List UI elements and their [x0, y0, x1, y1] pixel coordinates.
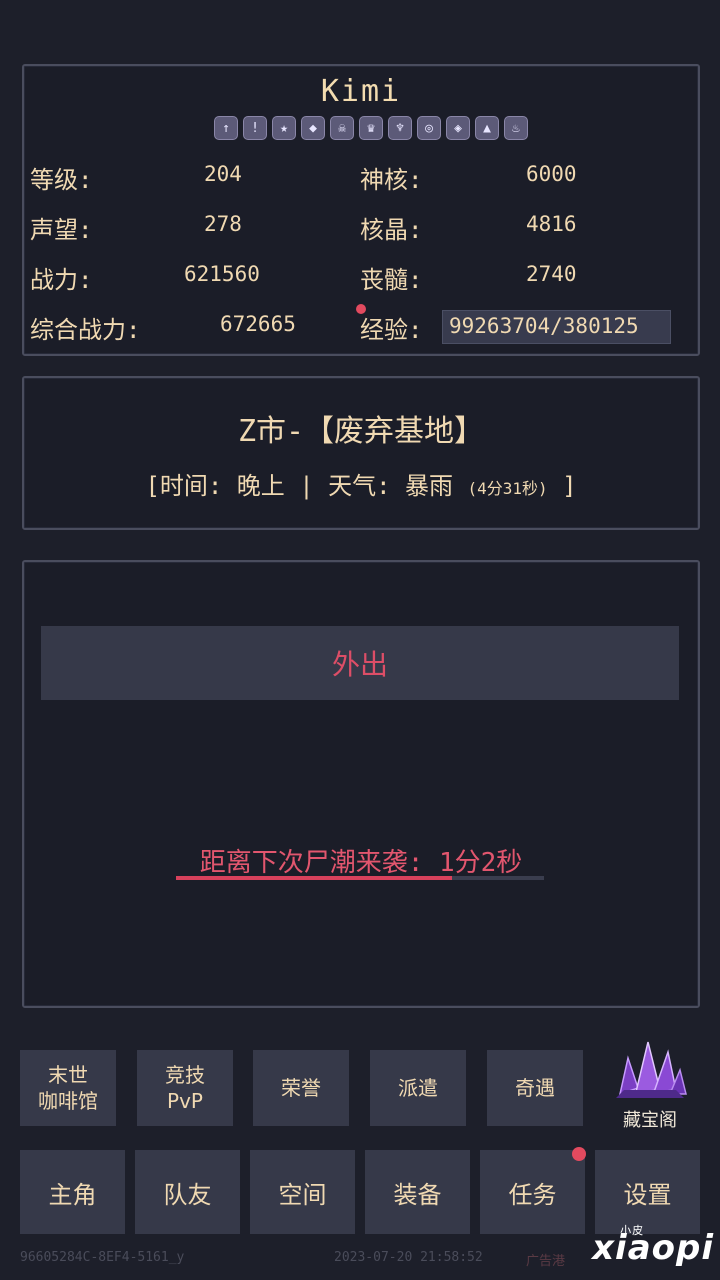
watermark-logo: 小皮 xiaopi — [592, 1224, 714, 1268]
profile-panel: Kimi ↑ ! ★ ◆ ☠ ♛ ♆ ◎ ◈ ▲ ♨ 等级: 204 神核: 6… — [22, 64, 700, 356]
badge-row: ↑ ! ★ ◆ ☠ ♛ ♆ ◎ ◈ ▲ ♨ — [214, 116, 528, 140]
nav-settings[interactable]: 设置 — [595, 1150, 700, 1234]
zombie-wave-countdown: 距离下次尸潮来袭: 1分2秒 — [199, 848, 523, 878]
nav-protagonist[interactable]: 主角 — [20, 1150, 125, 1234]
location-panel: Z市-【废弃基地】 [时间: 晚上 | 天气: 暴雨 (4分31秒) ] — [22, 376, 700, 530]
nav-equipment[interactable]: 装备 — [365, 1150, 470, 1234]
stat-label: 经验: — [360, 316, 423, 344]
location-title: Z市-【废弃基地】 — [237, 414, 485, 449]
encounter-button[interactable]: 奇遇 — [487, 1050, 583, 1126]
cafe-button[interactable]: 末世 咖啡馆 — [20, 1050, 116, 1126]
stat-value: 2740 — [526, 262, 577, 286]
zombie-wave-progress-bar — [176, 876, 544, 880]
up-arrow-icon[interactable]: ↑ — [214, 116, 238, 140]
stat-label: 神核: — [360, 166, 423, 194]
arena-button[interactable]: 竞技 PvP — [137, 1050, 233, 1126]
action-panel: 外出 距离下次尸潮来袭: 1分2秒 — [22, 560, 700, 1008]
experience-value-box: 99263704/380125 — [442, 310, 671, 344]
device-id: 96605284C-8EF4-5161_y — [20, 1250, 185, 1265]
purple-crystal-icon — [616, 1041, 687, 1098]
time-weather-close: ] — [562, 472, 577, 500]
star-icon[interactable]: ★ — [272, 116, 296, 140]
time-weather-text: [时间: 晚上 | 天气: 暴雨 — [145, 472, 454, 500]
flame-icon[interactable]: ♨ — [504, 116, 528, 140]
stat-value: 4816 — [526, 212, 577, 236]
stat-label: 综合战力: — [30, 316, 141, 344]
stat-value: 204 — [204, 162, 242, 186]
shield-icon[interactable]: ◆ — [301, 116, 325, 140]
stat-label: 声望: — [30, 216, 93, 244]
stat-value: 278 — [204, 212, 242, 236]
diamond-icon[interactable]: ◈ — [446, 116, 470, 140]
arena-label-line2: PvP — [167, 1089, 203, 1113]
nav-teammates[interactable]: 队友 — [135, 1150, 240, 1234]
tasks-notification-dot — [572, 1147, 586, 1161]
stat-label: 等级: — [30, 166, 93, 194]
cafe-label-line1: 末世 — [48, 1063, 88, 1087]
stat-value: 6000 — [526, 162, 577, 186]
watermark-text: xiaopi — [592, 1228, 714, 1268]
stat-value: 99263704/380125 — [449, 314, 639, 338]
wings-icon[interactable]: ♆ — [388, 116, 412, 140]
go-out-button[interactable]: 外出 — [41, 626, 679, 700]
ad-link[interactable]: 广告港 — [526, 1250, 565, 1269]
honor-button[interactable]: 荣誉 — [253, 1050, 349, 1126]
player-name: Kimi — [320, 74, 402, 109]
stat-label: 核晶: — [360, 216, 423, 244]
exclamation-icon[interactable]: ! — [243, 116, 267, 140]
treasure-label: 藏宝阁 — [623, 1110, 677, 1131]
skull-icon[interactable]: ☠ — [330, 116, 354, 140]
stat-value: 621560 — [184, 262, 260, 286]
zombie-wave-progress-fill — [176, 876, 452, 880]
helmet-icon[interactable]: ▲ — [475, 116, 499, 140]
cafe-label-line2: 咖啡馆 — [38, 1089, 98, 1113]
stat-label: 战力: — [30, 266, 93, 294]
arena-label-line1: 竞技 — [165, 1063, 205, 1087]
watermark-small-text: 小皮 — [620, 1224, 645, 1237]
weather-timer: (4分31秒) — [467, 479, 548, 498]
nav-tasks[interactable]: 任务 — [480, 1150, 585, 1234]
stat-label: 丧髓: — [360, 266, 423, 294]
crown-icon[interactable]: ♛ — [359, 116, 383, 140]
stat-value: 672665 — [220, 312, 296, 336]
dispatch-button[interactable]: 派遣 — [370, 1050, 466, 1126]
spiral-icon[interactable]: ◎ — [417, 116, 441, 140]
nav-space[interactable]: 空间 — [250, 1150, 355, 1234]
treasure-pavilion-button[interactable]: 藏宝阁 — [604, 1036, 696, 1136]
time-weather-info: [时间: 晚上 | 天气: 暴雨 (4分31秒) ] — [24, 466, 698, 501]
timestamp: 2023-07-20 21:58:52 — [334, 1250, 483, 1265]
